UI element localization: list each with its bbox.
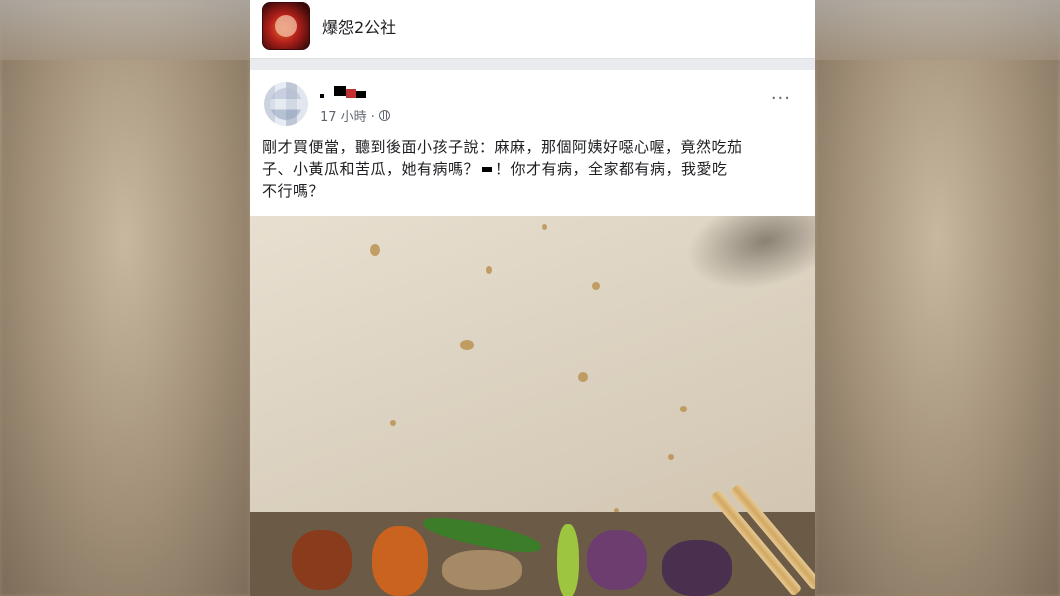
more-options-button[interactable]: ··· (771, 90, 791, 108)
group-logo-icon[interactable] (262, 2, 310, 50)
photo-stain (486, 266, 492, 274)
author-name-redacted[interactable] (320, 86, 370, 98)
post-text: 剛才買便當，聽到後面小孩子說：麻麻，那個阿姨好噁心喔，竟然吃茄 子、小黃瓜和苦瓜… (262, 136, 807, 202)
facebook-feed: 爆怨2公社 17 小時 · ··· 剛才買便當，聽到後面小孩子說：麻麻，那個阿姨… (250, 0, 815, 596)
photo-stain (680, 406, 687, 412)
censored-word (482, 167, 493, 172)
post-meta: 17 小時 · (320, 106, 390, 125)
photo-stain (460, 340, 474, 350)
photo-stain (390, 420, 396, 426)
post-text-line: 不行嗎？ (262, 182, 325, 200)
post-photo[interactable] (250, 216, 815, 596)
post-card: 17 小時 · ··· 剛才買便當，聽到後面小孩子說：麻麻，那個阿姨好噁心喔，竟… (250, 70, 815, 596)
group-name-link[interactable]: 爆怨2公社 (322, 14, 396, 38)
post-text-line: 子、小黃瓜和苦瓜，她有病嗎？ ！你才有病，全家都有病，我愛吃 (262, 160, 728, 178)
lunchbox-food (292, 511, 762, 596)
post-timestamp[interactable]: 17 小時 · (320, 106, 375, 125)
photo-stain (578, 372, 588, 382)
background-blur-left (0, 0, 250, 596)
photo-stain (370, 244, 380, 256)
photo-stain (668, 454, 674, 460)
globe-icon (378, 110, 390, 121)
photo-stain (542, 224, 547, 230)
post-text-line: 剛才買便當，聽到後面小孩子說：麻麻，那個阿姨好噁心喔，竟然吃茄 (262, 138, 743, 156)
background-blur-right (815, 0, 1060, 596)
photo-shadow (676, 216, 815, 306)
author-avatar[interactable] (264, 82, 308, 126)
photo-stain (592, 282, 600, 290)
group-header: 爆怨2公社 (250, 0, 815, 59)
